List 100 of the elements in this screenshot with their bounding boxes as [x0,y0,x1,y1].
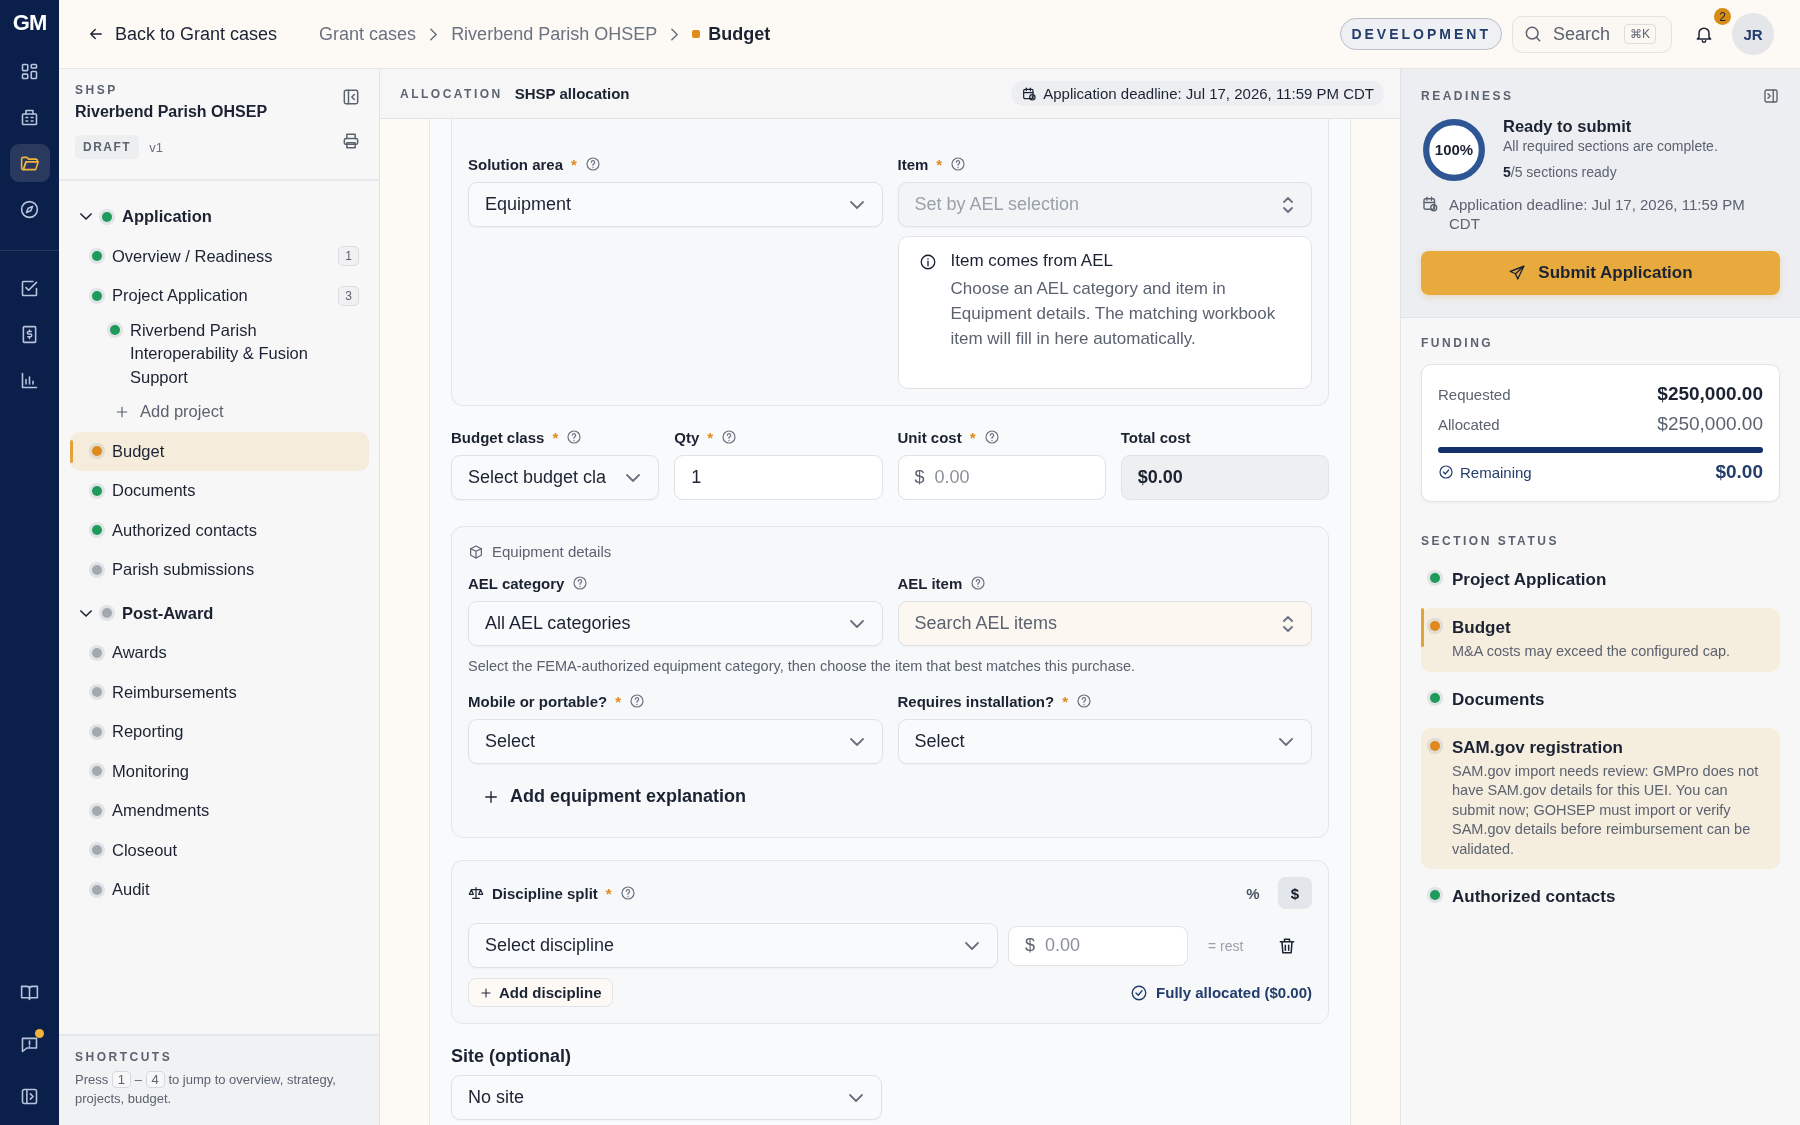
collapse-button[interactable] [1762,87,1780,105]
nav-item[interactable]: Reimbursements [70,672,369,712]
select-field[interactable]: Select [897,719,1312,764]
select-field[interactable]: Select [468,719,883,764]
allocation-label: ALLOCATION [400,86,503,101]
chevron-down-icon [849,619,864,628]
status-title: Budget [1452,618,1512,638]
printer-icon [341,131,361,151]
nav-item[interactable]: Riverbend Parish Interoperability & Fusion Support [70,315,369,392]
back-link[interactable]: Back to Grant cases [87,23,278,45]
deadline-text: Application deadline: Jul 17, 2026, 11:59 PM CDT [1043,85,1374,102]
nav-item[interactable]: Parish submissions [70,550,369,590]
search-label: Search [1553,23,1611,45]
section-status-item[interactable]: Budget M&A costs may exceed the configured cap. [1421,608,1780,672]
add-explanation-button[interactable]: Add equipment explanation [482,786,746,807]
nav-item[interactable]: Project Application 3 [70,276,369,316]
section-title: SECTION STATUS [1421,534,1560,548]
chevron-down-icon [1279,737,1293,746]
section-status-item[interactable]: Project Application [1421,560,1780,600]
nav-item[interactable]: Audit [70,870,369,910]
nav-button[interactable] [9,144,50,182]
nav-item[interactable]: Amendments [70,791,369,831]
add-project-button[interactable]: Add project [70,392,369,432]
select-field[interactable]: Select budget cla [451,455,660,500]
program-label: SHSP [75,83,119,97]
info-text: Choose an AEL category and item in Equipment details. The matching workbook item will fill in here automatically. [950,278,1277,350]
check-circle-icon [1438,464,1454,480]
nav-item[interactable]: Documents [70,471,369,511]
shortcut-key: ⌘K [1624,24,1657,44]
currency-field[interactable]: $ 0.00 [897,455,1106,500]
select-field[interactable]: Select discipline [468,923,998,968]
collapse-sidebar-icon [341,87,361,107]
field-label: AEL category [468,574,565,592]
funding-label: Remaining [1460,463,1532,481]
select-field[interactable]: Equipment [468,182,883,227]
environment-badge: DEVELOPMENT [1340,18,1502,50]
section-status-item[interactable]: Documents [1421,679,1780,720]
nav-item[interactable]: Overview / Readiness 1 [70,236,369,276]
combobox-field[interactable]: Search AEL items [897,601,1312,646]
rest-label: = rest [1208,937,1244,954]
chevron-down-icon [849,1093,863,1102]
user-avatar[interactable]: JR [1732,13,1774,55]
field-label: Item [897,155,929,173]
deadline-text: Application deadline: Jul 17, 2026, 11:59 PM CDT [1449,195,1746,233]
status-title: SAM.gov registration [1452,737,1624,758]
required-mark: * [615,692,621,710]
quantity-field[interactable]: 1 [674,455,883,500]
search-button[interactable]: Search ⌘K [1512,15,1672,53]
select-field[interactable]: All AEL categories [468,601,883,646]
collapse-panel-icon [1762,87,1780,105]
nav-item[interactable]: Budget [70,431,369,471]
currency-symbol: $ [1025,935,1035,956]
print-button[interactable] [341,131,361,151]
required-mark: * [552,428,559,446]
field-label: Site (optional) [451,1046,572,1067]
count-badge: 1 [338,246,359,267]
currency-field[interactable]: $ 0.00 [1008,925,1188,966]
funding-label: Requested [1438,385,1511,403]
status-title: Authorized contacts [1452,887,1616,907]
breadcrumb-link[interactable]: Grant cases [319,23,417,45]
amount-input[interactable]: 0.00 [932,466,1089,489]
status-note: SAM.gov import needs review: GMPro does not have SAM.gov details for this UEI. You can submit now; GOHSEP must import or verify SAM.gov details before reimbursement can be validated. [1452,761,1760,859]
add-discipline-button[interactable]: Add discipline [468,978,613,1007]
nav-item[interactable]: Closeout [70,830,369,870]
required-mark: * [936,155,943,173]
submit-button[interactable]: Submit Application [1421,251,1780,295]
readiness-subtitle: All required sections are complete. [1503,138,1718,154]
help-icon [721,429,738,445]
field-label: Total cost [1120,428,1191,446]
chevron-right-icon [671,27,679,41]
status-title: Project Application [1452,570,1607,590]
amount-input[interactable]: 0.00 [1043,934,1171,957]
chevron-down-icon [849,737,864,746]
chevron-down-icon [849,200,864,209]
section-toggle[interactable]: Post-Award [70,593,369,633]
required-mark: * [571,155,577,173]
status-badge: DRAFT [75,135,140,159]
collapse-button[interactable] [341,87,361,107]
shortcuts-text: Press 1 – 4 to jump to overview, strategy, projects, budget. [75,1070,337,1108]
help-icon [1076,693,1093,709]
nav-item[interactable]: Monitoring [70,751,369,791]
card-title: Equipment details [492,543,612,560]
nav-item[interactable]: Authorized contacts [70,510,369,550]
nav-item[interactable]: Reporting [70,712,369,752]
unit-toggle[interactable]: % [1236,877,1270,909]
section-status-item[interactable]: Authorized contacts [1421,877,1780,917]
breadcrumb-link[interactable]: Riverbend Parish OHSEP [451,23,658,45]
plus-icon [479,985,493,1000]
shortcuts-title: SHORTCUTS [75,1050,174,1064]
section-status-item[interactable] [1421,727,1780,869]
select-field[interactable]: No site [451,1075,882,1120]
funding-label: Allocated [1438,415,1500,433]
funding-amount: $250,000.00 [1657,413,1763,435]
case-title: Riverbend Parish OHSEP [75,103,269,121]
info-title: Item comes from AEL [950,251,1114,271]
funding-amount: $250,000.00 [1657,383,1763,405]
breadcrumb-link[interactable]: Budget [692,23,771,45]
nav-item[interactable]: Awards [70,633,369,673]
section-toggle[interactable]: Application [70,197,369,237]
unit-toggle[interactable]: $ [1278,877,1312,909]
